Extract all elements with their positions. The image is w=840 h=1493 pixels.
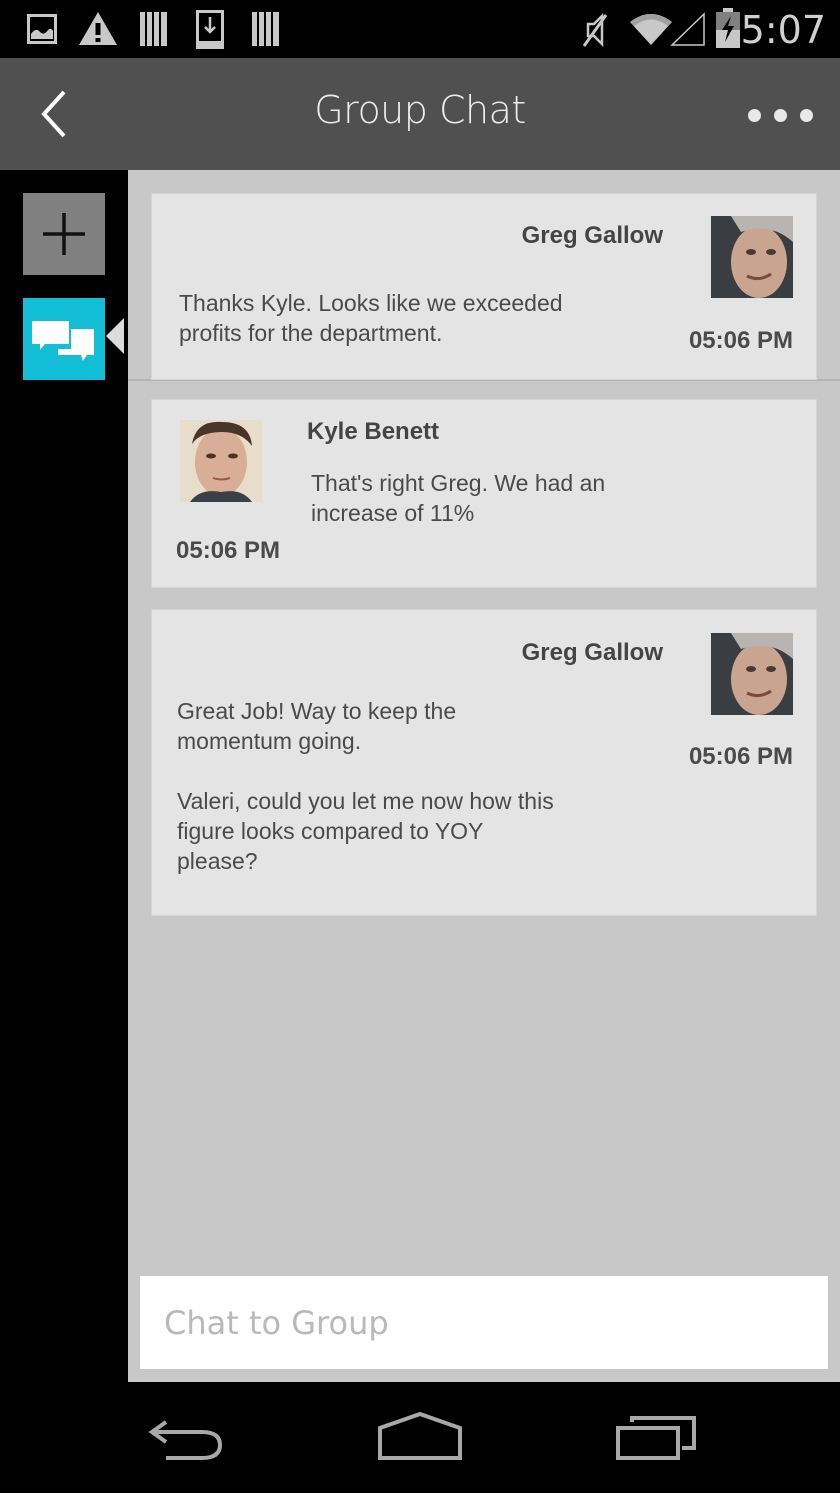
plus-icon — [43, 213, 85, 255]
active-indicator — [106, 318, 124, 354]
mute-icon — [582, 12, 608, 48]
add-button[interactable] — [23, 193, 105, 275]
overflow-dots-icon — [773, 108, 787, 122]
timestamp: 05:06 PM — [688, 327, 793, 354]
avatar — [711, 633, 793, 715]
sender-name: Kyle Benett — [307, 418, 440, 445]
recent-apps-icon — [616, 1416, 696, 1460]
message-card[interactable]: Greg Gallow Great Job! Way to keep the m… — [151, 609, 817, 916]
chat-area: Greg Gallow Thanks Kyle. Looks like we e… — [128, 170, 840, 1382]
composer — [140, 1276, 828, 1369]
chat-input[interactable] — [140, 1276, 828, 1369]
overflow-menu-button[interactable] — [744, 102, 816, 128]
message-text: That's right Greg. We had an increase of… — [311, 470, 606, 526]
chat-bubbles-icon — [32, 321, 94, 361]
cell-signal-icon — [670, 12, 705, 46]
timestamp: 05:06 PM — [688, 743, 793, 770]
battery-charging-icon — [716, 8, 740, 48]
avatar — [180, 420, 262, 502]
nav-home-button[interactable] — [376, 1410, 464, 1465]
image-notification-icon — [27, 14, 57, 44]
download-icon — [196, 10, 224, 49]
barcode-icon — [140, 12, 167, 46]
message-card[interactable]: Greg Gallow Thanks Kyle. Looks like we e… — [151, 193, 817, 380]
avatar-greg-image — [711, 633, 793, 715]
sender-name: Greg Gallow — [521, 639, 663, 666]
warning-icon — [79, 12, 117, 45]
avatar-greg-image — [711, 216, 793, 298]
message-text: Thanks Kyle. Looks like we exceeded prof… — [179, 290, 563, 346]
sender-name: Greg Gallow — [521, 222, 663, 249]
group-chat-button[interactable] — [23, 298, 105, 380]
system-nav-bar — [0, 1382, 840, 1493]
message-text: Great Job! Way to keep the momentum goin… — [177, 698, 554, 874]
timestamp: 05:06 PM — [176, 537, 281, 564]
avatar — [711, 216, 793, 298]
message-card[interactable]: Kyle Benett That's right Greg. We had an… — [151, 399, 817, 588]
wifi-icon — [630, 14, 672, 45]
page-title: Group Chat — [314, 88, 526, 132]
home-icon — [378, 1411, 462, 1460]
back-icon — [148, 1420, 223, 1460]
avatar-kyle-image — [180, 420, 262, 502]
status-bar: 5:07 — [0, 0, 840, 58]
overflow-dots-icon — [799, 108, 813, 122]
app-bar: Group Chat — [0, 58, 840, 170]
nav-recents-button[interactable] — [614, 1410, 698, 1465]
nav-back-button[interactable] — [146, 1410, 228, 1465]
clock: 5:07 — [740, 8, 826, 52]
barcode-icon — [252, 12, 279, 46]
side-rail — [0, 170, 128, 1382]
overflow-dots-icon — [747, 108, 761, 122]
